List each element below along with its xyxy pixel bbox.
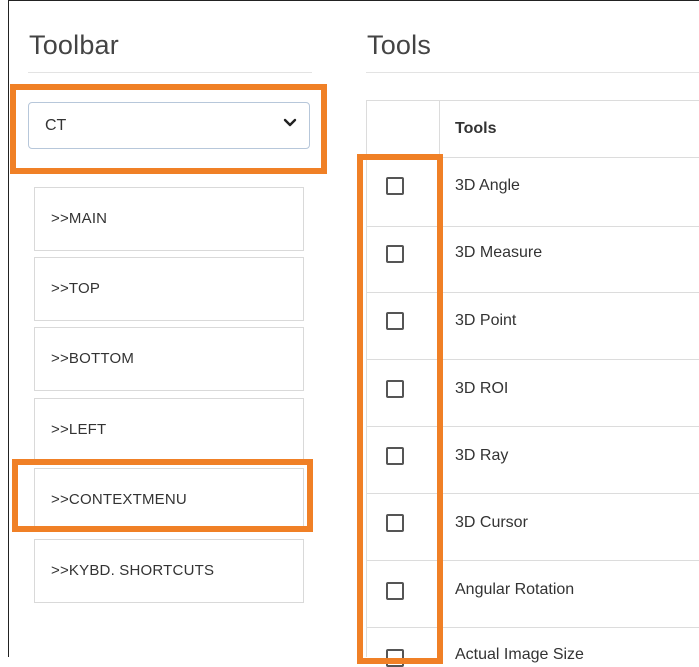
tools-column-header: Tools [455,120,497,137]
toolbar-button-label: >>LEFT [51,421,107,438]
tool-checkbox-3d-angle[interactable] [386,177,404,195]
tool-name: 3D Measure [455,244,543,261]
tool-name: 3D Point [455,312,517,329]
toolbar-top-button[interactable]: >>TOP [34,257,304,321]
tool-checkbox-actual-image-size[interactable] [386,649,404,667]
toolbar-title-rule [28,72,312,73]
tool-checkbox-3d-point[interactable] [386,312,404,330]
toolbar-keyboard-shortcuts-button[interactable]: >>KYBD. SHORTCUTS [34,539,304,603]
tools-title: Tools [367,30,432,60]
tool-name: Angular Rotation [455,581,575,598]
table-row-divider [367,157,699,158]
toolbar-main-button[interactable]: >>MAIN [34,187,304,251]
toolbar-button-label: >>CONTEXTMENU [51,491,187,508]
table-row-divider [367,426,699,427]
toolbar-bottom-button[interactable]: >>BOTTOM [34,327,304,391]
tool-checkbox-angular-rotation[interactable] [386,582,404,600]
modality-select[interactable]: CT [28,102,310,149]
tool-checkbox-3d-measure[interactable] [386,245,404,263]
table-row-divider [367,359,699,360]
toolbar-button-label: >>KYBD. SHORTCUTS [51,562,215,579]
table-row-divider [367,292,699,293]
tool-name: 3D ROI [455,380,509,397]
tool-name: 3D Angle [455,177,520,194]
toolbar-title: Toolbar [29,30,119,60]
chevron-down-icon [283,118,297,127]
tool-checkbox-3d-ray[interactable] [386,447,404,465]
table-row-divider [367,560,699,561]
tool-checkbox-3d-roi[interactable] [386,380,404,398]
tools-title-rule [366,72,699,73]
tools-table [366,100,699,657]
modality-select-value: CT [45,117,67,134]
tool-name: 3D Ray [455,447,509,464]
toolbar-button-label: >>TOP [51,280,101,297]
toolbar-contextmenu-button[interactable]: >>CONTEXTMENU [34,468,304,532]
table-row-divider [367,627,699,628]
table-column-divider [439,100,440,657]
table-row-divider [367,493,699,494]
table-row-divider [367,226,699,227]
tool-name: 3D Cursor [455,514,528,531]
tool-checkbox-3d-cursor[interactable] [386,514,404,532]
tool-name: Actual Image Size [455,646,584,663]
toolbar-button-label: >>MAIN [51,210,108,227]
toolbar-button-label: >>BOTTOM [51,350,135,367]
toolbar-left-button[interactable]: >>LEFT [34,398,304,462]
